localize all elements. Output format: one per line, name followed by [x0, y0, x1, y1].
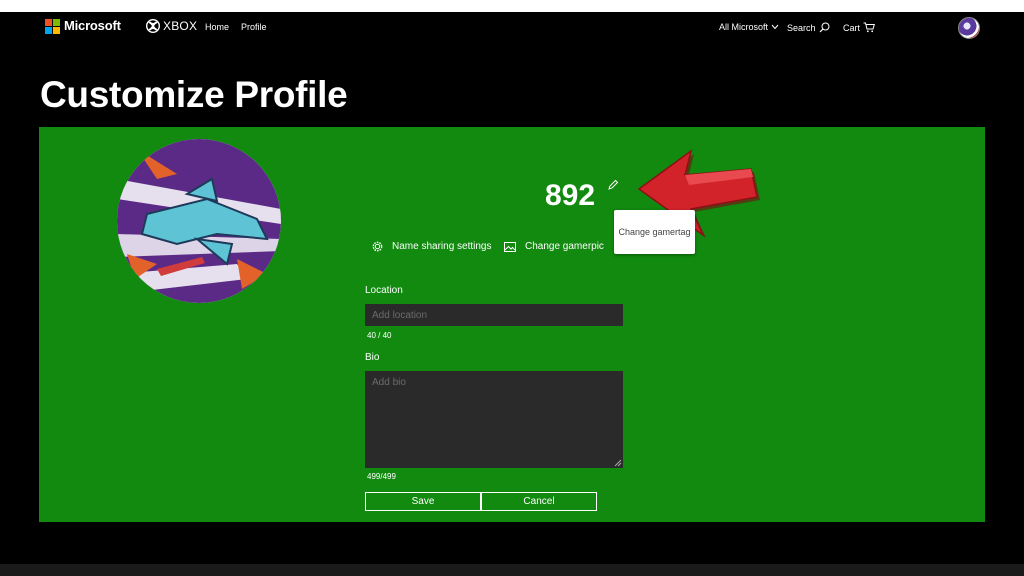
cart-button[interactable]: Cart	[843, 22, 875, 33]
location-counter: 40 / 40	[367, 331, 392, 340]
profile-panel: 892 Change gamertag Name sharing setting…	[39, 127, 985, 522]
top-nav: Microsoft XBOX Home Profile All Microsof…	[0, 12, 1024, 42]
change-gamerpic-button[interactable]: Change gamerpic	[504, 241, 604, 252]
microsoft-brand-text: Microsoft	[64, 18, 121, 33]
account-avatar[interactable]	[958, 17, 980, 39]
search-icon	[819, 22, 830, 33]
chevron-down-icon	[771, 24, 779, 30]
gamerpic-image	[117, 139, 281, 303]
cart-label: Cart	[843, 22, 861, 33]
microsoft-logo[interactable]: Microsoft	[45, 18, 121, 34]
save-button[interactable]: Save	[365, 492, 481, 511]
microsoft-logo-icon	[45, 18, 60, 34]
resize-grip-icon[interactable]	[614, 459, 622, 467]
pencil-icon	[608, 179, 619, 190]
change-gamerpic-label: Change gamerpic	[525, 241, 604, 252]
nav-link-home[interactable]: Home	[205, 22, 229, 32]
name-sharing-settings-button[interactable]: Name sharing settings	[372, 241, 492, 252]
image-icon	[504, 241, 516, 252]
gamerpic[interactable]	[117, 139, 281, 303]
xbox-logo-icon	[146, 19, 160, 33]
xbox-logo[interactable]: XBOX	[146, 19, 197, 33]
bio-label: Bio	[365, 352, 380, 363]
page-title: Customize Profile	[40, 74, 348, 115]
gear-icon	[372, 241, 383, 252]
edit-gamertag-button[interactable]	[607, 178, 619, 196]
gamertag: 892	[545, 179, 596, 212]
all-microsoft-menu[interactable]: All Microsoft	[719, 22, 779, 32]
footer-strip	[0, 564, 1024, 576]
bio-input[interactable]	[365, 371, 623, 468]
name-sharing-settings-label: Name sharing settings	[392, 241, 492, 252]
nav-link-profile[interactable]: Profile	[241, 22, 267, 32]
app-window: Microsoft XBOX Home Profile All Microsof…	[0, 12, 1024, 564]
search-button[interactable]: Search	[787, 22, 830, 33]
cancel-button[interactable]: Cancel	[481, 492, 597, 511]
change-gamertag-tooltip: Change gamertag	[614, 210, 695, 254]
bio-counter: 499/499	[367, 472, 396, 481]
location-label: Location	[365, 285, 403, 296]
location-input[interactable]	[365, 304, 623, 326]
all-microsoft-label: All Microsoft	[719, 22, 769, 32]
search-label: Search	[787, 22, 816, 33]
xbox-brand-text: XBOX	[163, 19, 198, 33]
cart-icon	[863, 22, 875, 33]
